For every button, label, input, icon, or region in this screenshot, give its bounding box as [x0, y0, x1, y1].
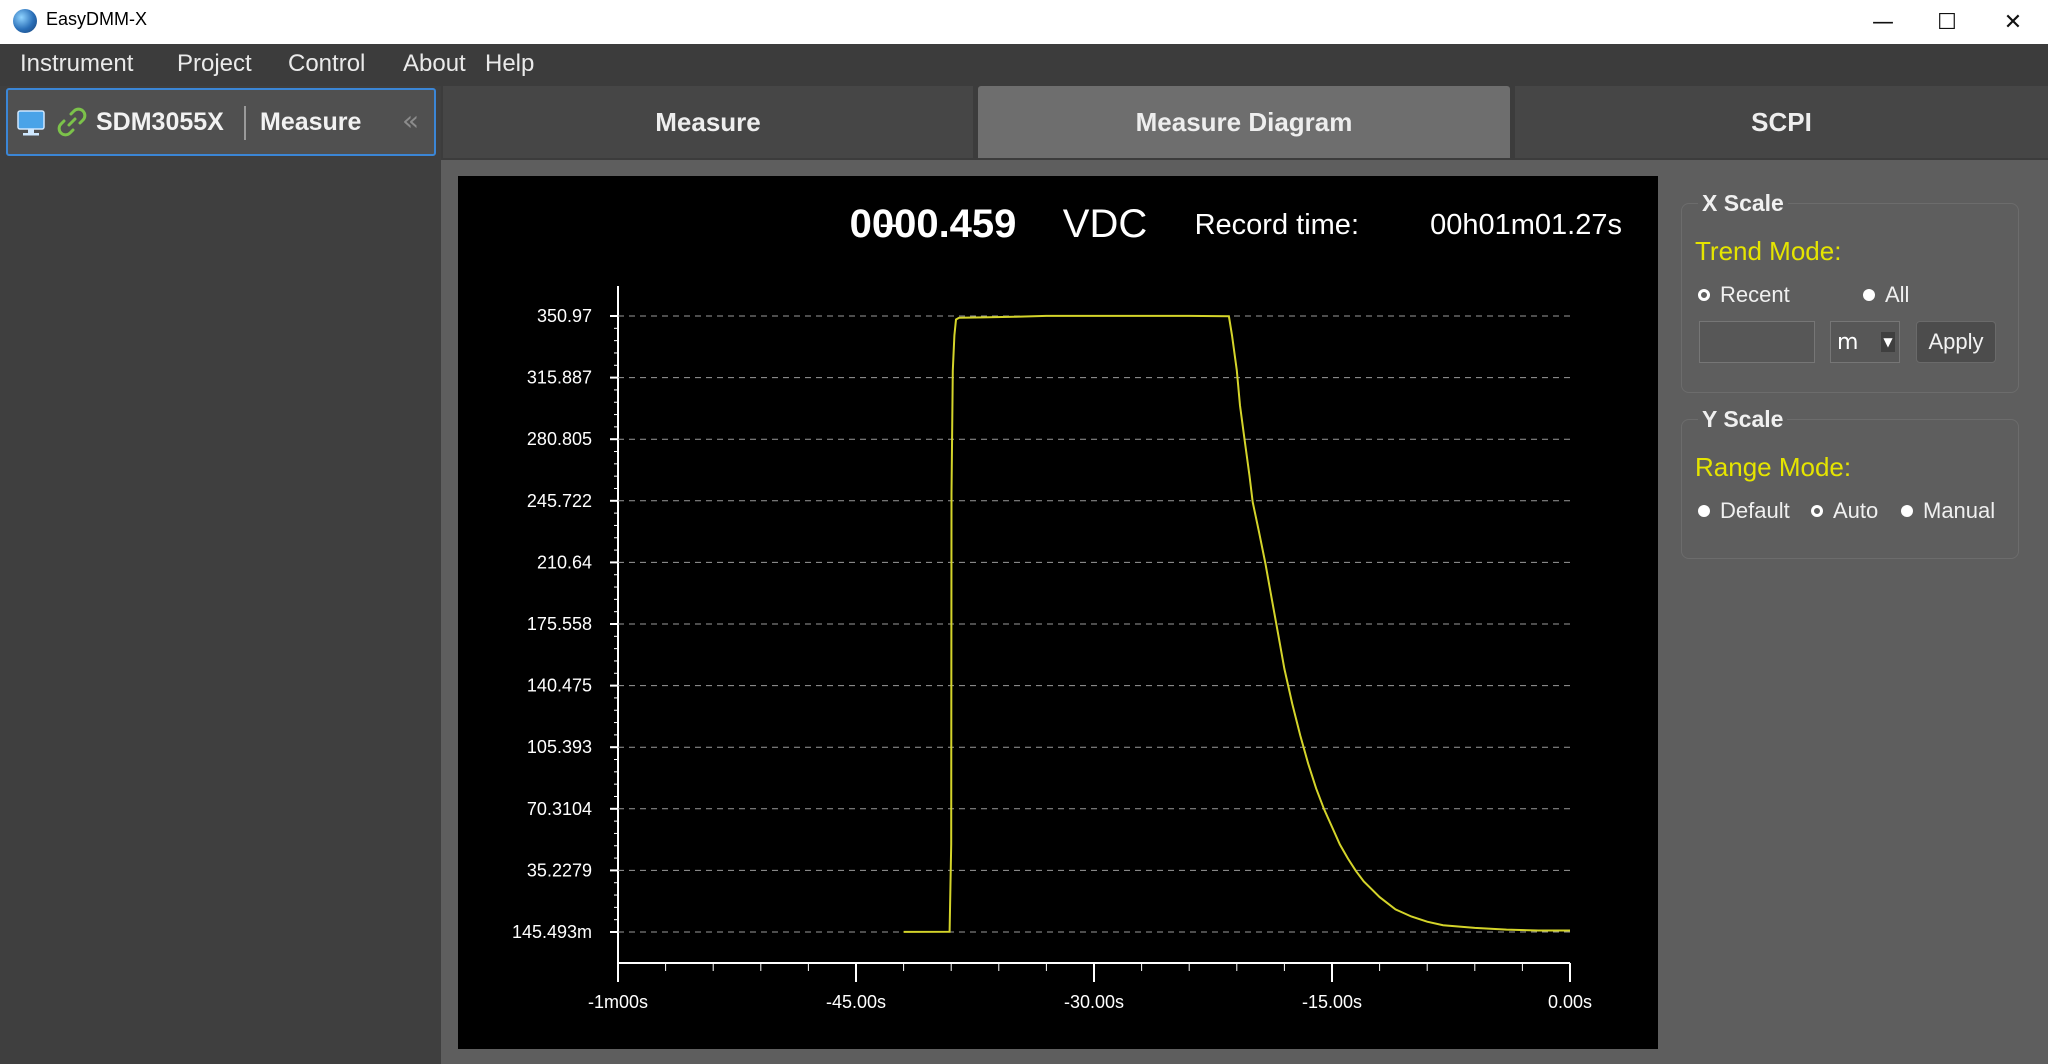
y-tick-label: 315.887	[527, 368, 592, 388]
apply-button[interactable]: Apply	[1916, 321, 1996, 363]
trend-mode-label: Trend Mode:	[1695, 236, 1842, 266]
close-button[interactable]: ✕	[1981, 0, 2045, 44]
y-tick-label: 105.393	[527, 737, 592, 757]
window-title: EasyDMM-X	[46, 9, 148, 29]
menu-help[interactable]: Help	[485, 50, 534, 78]
device-view-label: Measure	[260, 108, 362, 136]
radio-manual[interactable]: Manual	[1901, 498, 1995, 524]
title-bar: EasyDMM-X — ☐ ✕	[0, 0, 2048, 44]
device-name: SDM3055X	[96, 108, 224, 136]
minimize-button[interactable]: —	[1851, 0, 1915, 44]
radio-all-indicator	[1863, 289, 1875, 301]
radio-all[interactable]: All	[1863, 282, 1909, 308]
menu-about[interactable]: About	[403, 50, 466, 78]
app-logo-icon	[13, 9, 37, 33]
radio-default[interactable]: Default	[1698, 498, 1790, 524]
radio-recent[interactable]: Recent	[1698, 282, 1790, 308]
radio-default-label: Default	[1720, 498, 1790, 523]
time-unit-value: m	[1837, 330, 1859, 355]
x-tick-label: 0.00s	[1548, 992, 1592, 1012]
y-tick-label: 70.3104	[527, 799, 592, 819]
device-tab[interactable]: SDM3055X Measure «	[6, 88, 436, 156]
trend-chart: + 0000.459 VDC Record time: 00h01m01.27s…	[512, 202, 1622, 1012]
x-tick-label: -15.00s	[1302, 992, 1362, 1012]
y-tick-label: 280.805	[527, 429, 592, 449]
menu-instrument[interactable]: Instrument	[20, 50, 133, 78]
computer-icon	[16, 108, 46, 142]
y-tick-label: 145.493m	[512, 922, 592, 942]
radio-manual-label: Manual	[1923, 498, 1996, 523]
y-tick-label: 350.97	[537, 306, 592, 326]
tab-scpi[interactable]: SCPI	[1515, 86, 2048, 158]
view-tabs: Measure Measure Diagram SCPI	[441, 86, 2048, 160]
chart-panel: + 0000.459 VDC Record time: 00h01m01.27s…	[458, 176, 1658, 1049]
x-tick-label: -1m00s	[588, 992, 648, 1012]
y-tick-label: 245.722	[527, 491, 592, 511]
radio-auto-label: Auto	[1833, 498, 1879, 523]
radio-recent-indicator	[1698, 289, 1710, 301]
radio-auto[interactable]: Auto	[1811, 498, 1878, 524]
radio-manual-indicator	[1901, 505, 1913, 517]
radio-auto-indicator	[1811, 505, 1823, 517]
y-tick-label: 210.64	[537, 552, 592, 572]
tab-measure[interactable]: Measure	[443, 86, 973, 158]
link-icon	[56, 106, 88, 142]
radio-default-indicator	[1698, 505, 1710, 517]
x-scale-title: X Scale	[1698, 190, 1788, 217]
range-mode-label: Range Mode:	[1695, 452, 1852, 482]
x-tick-label: -30.00s	[1064, 992, 1124, 1012]
maximize-button[interactable]: ☐	[1915, 0, 1979, 44]
menu-bar: Instrument Project Control About Help	[0, 44, 2048, 86]
y-tick-label: 140.475	[527, 676, 592, 696]
x-tick-label: -45.00s	[826, 992, 886, 1012]
menu-project[interactable]: Project	[177, 50, 252, 78]
time-unit-select[interactable]: m ▼	[1830, 321, 1900, 363]
radio-recent-label: Recent	[1720, 282, 1790, 307]
y-scale-group	[1681, 419, 2019, 559]
collapse-sidebar-icon[interactable]: «	[402, 104, 419, 137]
y-scale-title: Y Scale	[1698, 406, 1788, 433]
readout-value: 0000.459	[850, 202, 1017, 246]
readout-unit: VDC	[1063, 202, 1147, 246]
device-sidebar	[0, 86, 441, 1064]
record-time-value: 00h01m01.27s	[1430, 209, 1622, 241]
y-tick-label: 175.558	[527, 614, 592, 634]
device-divider	[244, 106, 246, 140]
recent-duration-input[interactable]	[1699, 321, 1815, 363]
menu-control[interactable]: Control	[288, 50, 365, 78]
y-tick-label: 35.2279	[527, 860, 592, 880]
tab-measure-diagram[interactable]: Measure Diagram	[978, 86, 1510, 158]
chevron-down-icon: ▼	[1881, 332, 1895, 352]
radio-all-label: All	[1885, 282, 1910, 307]
record-time-label: Record time:	[1195, 209, 1359, 241]
